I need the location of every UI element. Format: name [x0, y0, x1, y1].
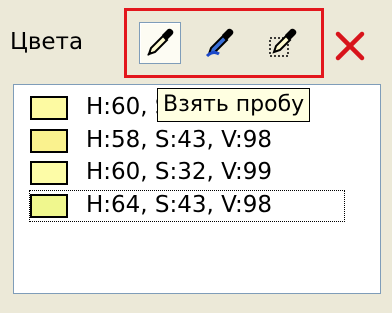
color-swatch — [30, 129, 68, 153]
eyedropper-icon — [147, 28, 174, 56]
color-label: H:60, S:32, V:99 — [86, 159, 273, 185]
colors-label: Цвета — [10, 29, 84, 55]
color-swatch — [30, 96, 68, 120]
eyedropper-tool-button[interactable] — [139, 22, 181, 64]
color-label: H:58, S:43, V:98 — [86, 127, 273, 153]
tooltip: Взять пробу — [157, 88, 311, 122]
list-item-selected[interactable]: H:64, S:43, V:98 — [29, 190, 345, 222]
eyedropper-dotted-icon — [269, 28, 297, 57]
close-icon — [335, 31, 365, 61]
eyedropper-dotted-tool-button[interactable] — [262, 22, 304, 64]
remove-button[interactable] — [332, 28, 368, 64]
eyedropper-blue-icon — [205, 28, 234, 58]
color-swatch — [30, 194, 68, 218]
eyedropper-blue-tool-button[interactable] — [199, 22, 241, 64]
color-swatch — [30, 161, 68, 185]
color-label: H:64, S:43, V:98 — [86, 192, 273, 218]
